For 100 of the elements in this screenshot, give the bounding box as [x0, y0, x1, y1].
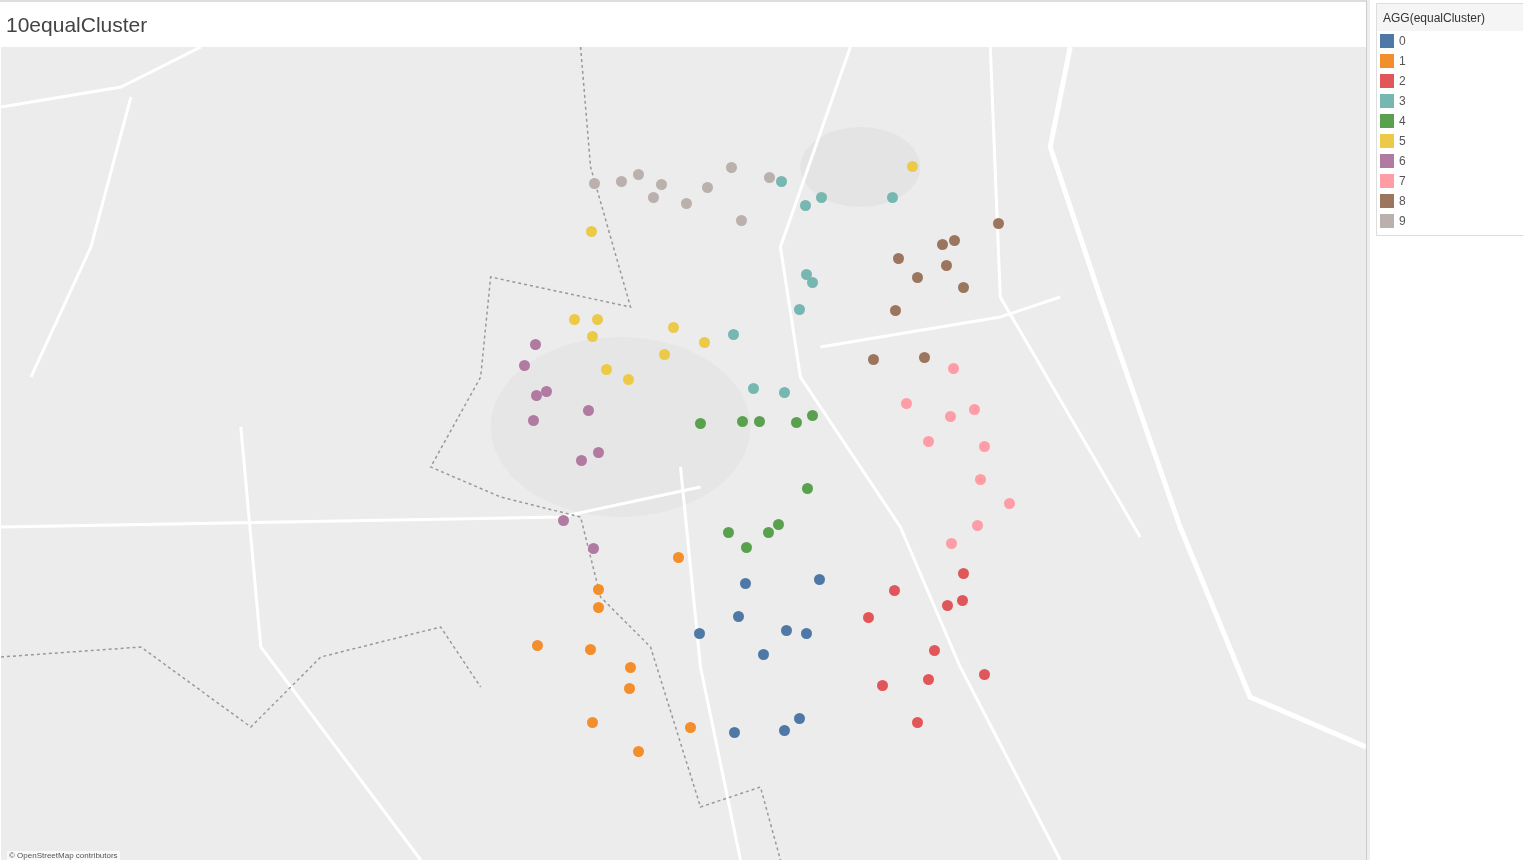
- map-marker[interactable]: [586, 226, 597, 237]
- map-marker[interactable]: [957, 595, 968, 606]
- map-marker[interactable]: [802, 483, 813, 494]
- map-marker[interactable]: [593, 584, 604, 595]
- map-marker[interactable]: [807, 410, 818, 421]
- map-marker[interactable]: [949, 235, 960, 246]
- map-marker[interactable]: [576, 455, 587, 466]
- map-marker[interactable]: [531, 390, 542, 401]
- map-marker[interactable]: [979, 669, 990, 680]
- map-marker[interactable]: [877, 680, 888, 691]
- map-marker[interactable]: [937, 239, 948, 250]
- map-marker[interactable]: [583, 405, 594, 416]
- legend-label[interactable]: 3: [1399, 94, 1406, 108]
- map-marker[interactable]: [593, 447, 604, 458]
- map-marker[interactable]: [633, 746, 644, 757]
- map-marker[interactable]: [737, 416, 748, 427]
- map-marker[interactable]: [801, 269, 812, 280]
- map-marker[interactable]: [625, 662, 636, 673]
- map-marker[interactable]: [923, 436, 934, 447]
- map-marker[interactable]: [532, 640, 543, 651]
- map-marker[interactable]: [733, 611, 744, 622]
- map-marker[interactable]: [764, 172, 775, 183]
- map-marker[interactable]: [729, 727, 740, 738]
- map-marker[interactable]: [919, 352, 930, 363]
- map-marker[interactable]: [800, 200, 811, 211]
- map-marker[interactable]: [794, 713, 805, 724]
- map-marker[interactable]: [588, 543, 599, 554]
- color-swatch[interactable]: [1380, 154, 1394, 168]
- map-marker[interactable]: [948, 363, 959, 374]
- map-marker[interactable]: [616, 176, 627, 187]
- map-marker[interactable]: [993, 218, 1004, 229]
- map-marker[interactable]: [1004, 498, 1015, 509]
- map-marker[interactable]: [763, 527, 774, 538]
- map-marker[interactable]: [592, 314, 603, 325]
- map-marker[interactable]: [541, 386, 552, 397]
- legend-label[interactable]: 9: [1399, 214, 1406, 228]
- map-marker[interactable]: [863, 612, 874, 623]
- map-marker[interactable]: [624, 683, 635, 694]
- map-marker[interactable]: [975, 474, 986, 485]
- map-marker[interactable]: [779, 387, 790, 398]
- map-marker[interactable]: [794, 304, 805, 315]
- map-marker[interactable]: [929, 645, 940, 656]
- color-swatch[interactable]: [1380, 94, 1394, 108]
- map-marker[interactable]: [587, 331, 598, 342]
- map-marker[interactable]: [758, 649, 769, 660]
- map-marker[interactable]: [601, 364, 612, 375]
- map-marker[interactable]: [942, 600, 953, 611]
- map-marker[interactable]: [868, 354, 879, 365]
- legend-label[interactable]: 5: [1399, 134, 1406, 148]
- map-marker[interactable]: [779, 725, 790, 736]
- map-marker[interactable]: [979, 441, 990, 452]
- map-marker[interactable]: [519, 360, 530, 371]
- map-marker[interactable]: [887, 192, 898, 203]
- map-marker[interactable]: [694, 628, 705, 639]
- map-marker[interactable]: [593, 602, 604, 613]
- map-marker[interactable]: [695, 418, 706, 429]
- map-marker[interactable]: [901, 398, 912, 409]
- map-marker[interactable]: [668, 322, 679, 333]
- color-swatch[interactable]: [1380, 174, 1394, 188]
- map-marker[interactable]: [907, 161, 918, 172]
- map-marker[interactable]: [773, 519, 784, 530]
- map-marker[interactable]: [587, 717, 598, 728]
- map-marker[interactable]: [530, 339, 541, 350]
- map-marker[interactable]: [969, 404, 980, 415]
- map-marker[interactable]: [585, 644, 596, 655]
- legend-label[interactable]: 4: [1399, 114, 1406, 128]
- map-marker[interactable]: [528, 415, 539, 426]
- map-marker[interactable]: [912, 717, 923, 728]
- legend-label[interactable]: 1: [1399, 54, 1406, 68]
- color-swatch[interactable]: [1380, 34, 1394, 48]
- map-marker[interactable]: [801, 628, 812, 639]
- map-marker[interactable]: [558, 515, 569, 526]
- map-marker[interactable]: [728, 329, 739, 340]
- map-marker[interactable]: [569, 314, 580, 325]
- legend-label[interactable]: 0: [1399, 34, 1406, 48]
- map-marker[interactable]: [754, 416, 765, 427]
- map-marker[interactable]: [699, 337, 710, 348]
- legend-label[interactable]: 8: [1399, 194, 1406, 208]
- map-marker[interactable]: [648, 192, 659, 203]
- color-swatch[interactable]: [1380, 114, 1394, 128]
- map-marker[interactable]: [656, 179, 667, 190]
- color-swatch[interactable]: [1380, 214, 1394, 228]
- map-marker[interactable]: [685, 722, 696, 733]
- map-marker[interactable]: [740, 578, 751, 589]
- map-marker[interactable]: [958, 282, 969, 293]
- map-marker[interactable]: [776, 176, 787, 187]
- map-marker[interactable]: [702, 182, 713, 193]
- map-marker[interactable]: [589, 178, 600, 189]
- map-marker[interactable]: [633, 169, 644, 180]
- map-marker[interactable]: [889, 585, 900, 596]
- map-marker[interactable]: [912, 272, 923, 283]
- map-marker[interactable]: [659, 349, 670, 360]
- map-marker[interactable]: [958, 568, 969, 579]
- map-marker[interactable]: [814, 574, 825, 585]
- map-marker[interactable]: [748, 383, 759, 394]
- legend-label[interactable]: 2: [1399, 74, 1406, 88]
- map-marker[interactable]: [781, 625, 792, 636]
- map-marker[interactable]: [890, 305, 901, 316]
- map-marker[interactable]: [893, 253, 904, 264]
- map-marker[interactable]: [946, 538, 957, 549]
